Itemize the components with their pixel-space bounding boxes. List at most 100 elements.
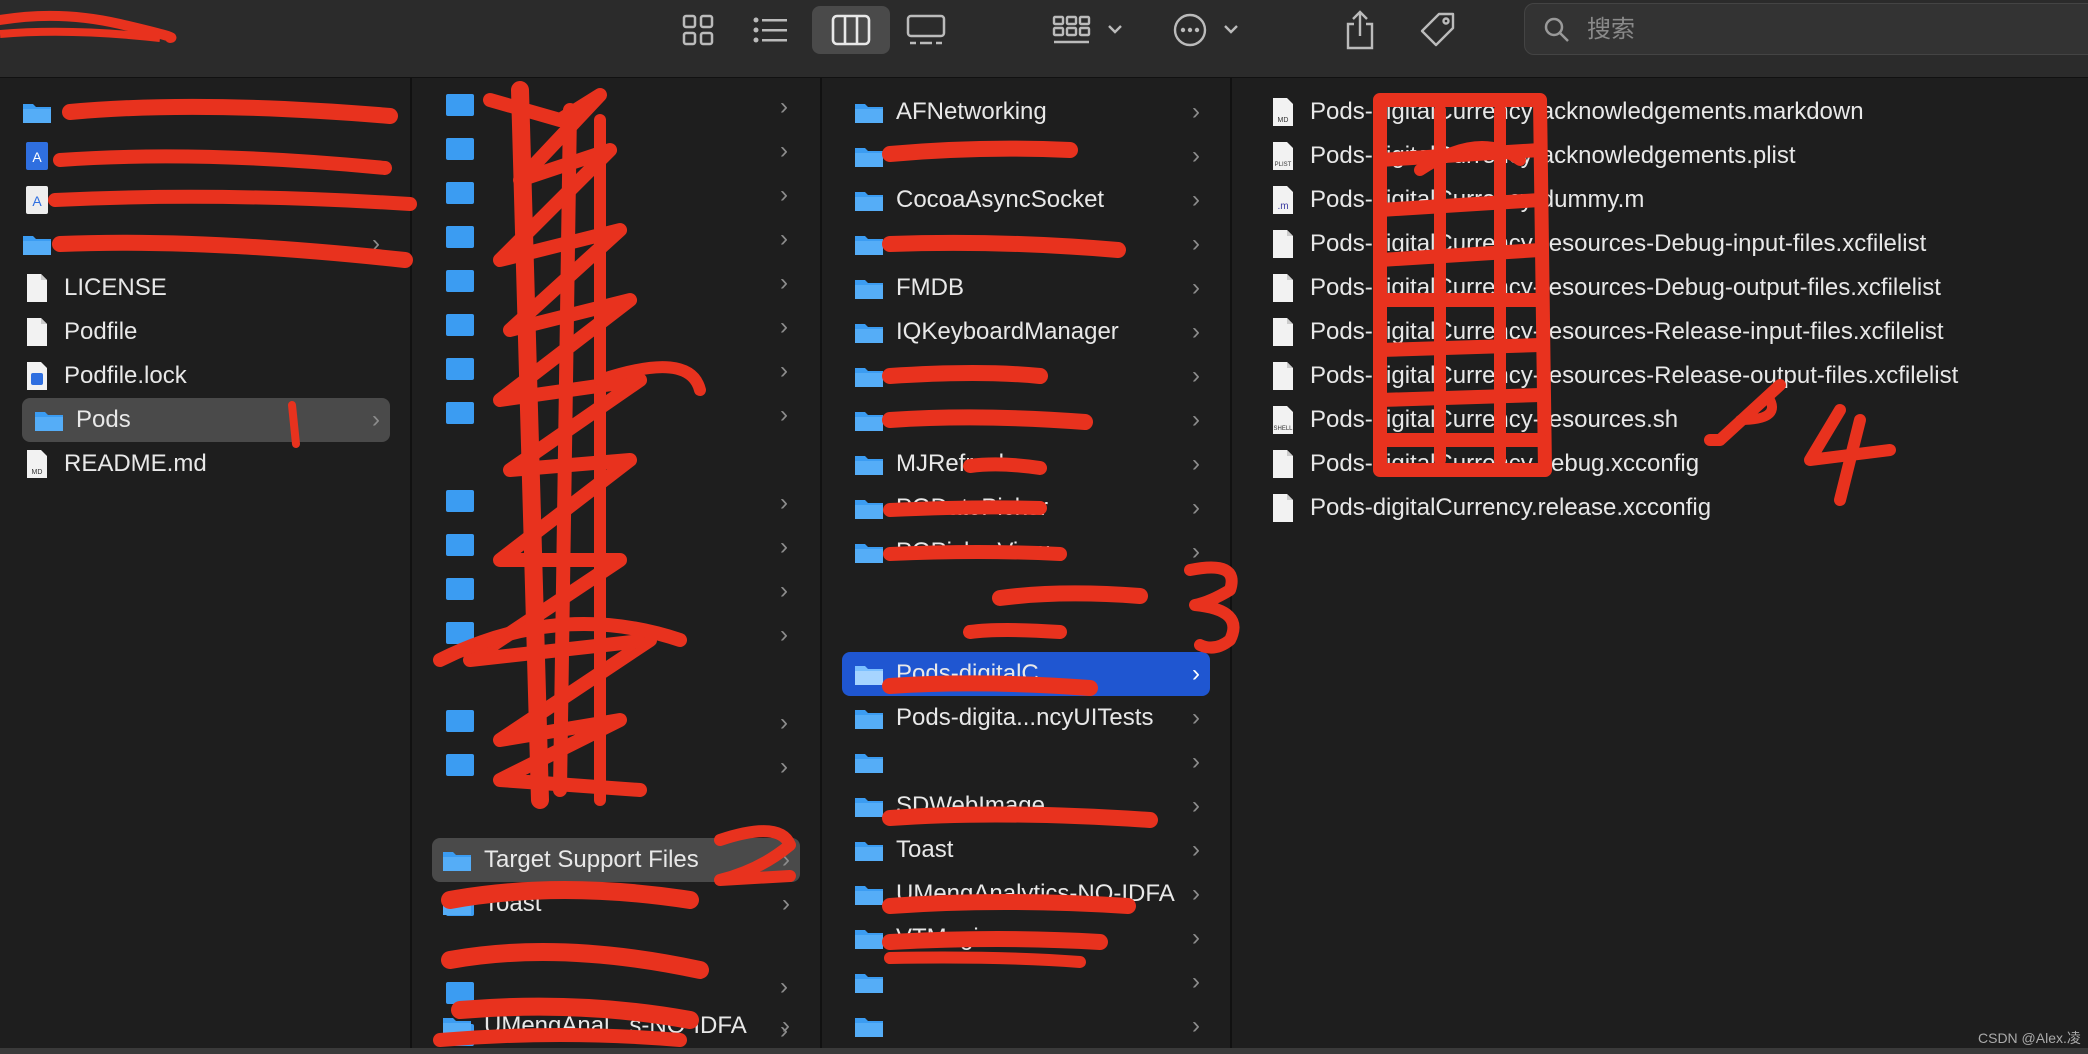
text-file-icon (22, 317, 52, 347)
chevron-right-icon: › (1192, 836, 1200, 863)
list-item-pods[interactable]: Pods › (22, 398, 390, 442)
chevron-right-icon: › (372, 98, 380, 125)
tag-icon[interactable] (1418, 6, 1458, 54)
list-item-afnetworking[interactable]: AFNetworking › (842, 92, 1210, 132)
list-item-redacted[interactable]: › (22, 92, 390, 132)
folder-icon (854, 835, 884, 865)
list-item-file[interactable]: .m Pods-digitalCurrency-dummy.m (1268, 180, 2068, 220)
list-item-redacted[interactable]: › (842, 224, 1210, 264)
list-item-pods-digital-selected[interactable]: Pods-digitalC › (842, 652, 1210, 696)
folder-name: UMengAnalytics-NO-IDFA (896, 880, 1175, 907)
svg-text:›: › (780, 357, 788, 384)
list-item-redacted[interactable]: A (22, 136, 390, 176)
list-item-toast[interactable]: Toast › (432, 884, 800, 924)
workspace-file-icon: A (22, 185, 52, 215)
list-item-file[interactable]: PLIST Pods-digitalCurrency-acknowledgeme… (1268, 136, 2068, 176)
folder-name: FMDB (896, 274, 964, 301)
list-item-pods-uitests[interactable]: Pods-digita...ncyUITests › (842, 698, 1210, 738)
list-item-pgpickerview[interactable]: PGPickerView › (842, 532, 1210, 572)
list-item-file[interactable]: MD Pods-digitalCurrency-acknowledgements… (1268, 92, 2068, 132)
file-name: Pods-digitalCurrency-acknowledgements.ma… (1310, 98, 1864, 125)
folder-icon (854, 747, 884, 777)
svg-text:PLIST: PLIST (1275, 162, 1292, 168)
folder-name: PGPickerView (896, 538, 1049, 565)
folder-icon (854, 1011, 884, 1041)
list-item-toast[interactable]: Toast › (842, 830, 1210, 870)
finder-toolbar (0, 0, 2088, 78)
folder-icon (854, 449, 884, 479)
list-item-redacted[interactable]: › (842, 1006, 1210, 1046)
list-item-target-support-files[interactable]: Target Support Files › (432, 838, 800, 882)
text-file-icon (1268, 273, 1298, 303)
list-item-file[interactable]: Pods-digitalCurrency-resources-Release-o… (1268, 356, 2068, 396)
list-item-podfile-lock[interactable]: Podfile.lock (22, 356, 390, 396)
bottom-bar (0, 1048, 2088, 1054)
file-name: Pods-digitalCurrency-resources-Debug-inp… (1310, 230, 1927, 257)
search-input[interactable] (1585, 12, 1989, 48)
chevron-right-icon: › (782, 1012, 790, 1039)
list-item-mjrefresh[interactable]: MJRefresh › (842, 444, 1210, 484)
icon-view-icon[interactable] (676, 6, 720, 54)
folder-name: VTMagic (896, 924, 991, 951)
folder-icon (854, 791, 884, 821)
column-2: › › › › › › › › › › › › › › › › Target Support Files… (412, 78, 822, 1048)
column-view-icon[interactable] (812, 6, 890, 54)
folder-name: Pods-digitalC (896, 660, 1039, 687)
text-file-icon (1268, 229, 1298, 259)
xcode-project-icon: A (22, 141, 52, 171)
list-item-file[interactable]: Pods-digitalCurrency.release.xcconfig (1268, 488, 2068, 528)
folder-icon (854, 141, 884, 171)
search-icon (1544, 17, 1569, 42)
chevron-right-icon: › (1192, 538, 1200, 565)
text-file-icon (1268, 317, 1298, 347)
list-item-readme[interactable]: MD README.md (22, 444, 390, 484)
group-by-button[interactable] (1052, 6, 1128, 54)
gallery-view-icon[interactable] (902, 6, 950, 54)
column-1: › A A › LICENSE Podfile Podfile.lock Pod… (0, 78, 412, 1048)
list-item-redacted[interactable]: A (22, 180, 390, 220)
file-name: LICENSE (64, 274, 167, 301)
list-item-license[interactable]: LICENSE (22, 268, 390, 308)
shell-file-icon: SHELL (1268, 405, 1298, 435)
list-item-umeng[interactable]: UMengAnal...s-NO-IDFA › (432, 1006, 800, 1046)
folder-name: PGDatePicker (896, 494, 1049, 521)
list-item-file[interactable]: Pods-digitalCurrency-resources-Debug-inp… (1268, 224, 2068, 264)
list-item-file[interactable]: Pods-digitalCurrency-resources-Debug-out… (1268, 268, 2068, 308)
list-item-sdwebimage[interactable]: SDWebImage › (842, 786, 1210, 826)
list-item-file[interactable]: Pods-digitalCurrency-resources-Release-i… (1268, 312, 2068, 352)
list-view-icon[interactable] (748, 6, 792, 54)
folder-name: Pods-digita...ncyUITests (896, 704, 1154, 731)
svg-text:›: › (780, 577, 788, 604)
list-item-vtmagic[interactable]: VTMagic › (842, 918, 1210, 958)
list-item-file[interactable]: Pods-digitalCurrency.debug.xcconfig (1268, 444, 2068, 484)
file-name: Pods-digitalCurrency.release.xcconfig (1310, 494, 1712, 521)
list-item-umeng[interactable]: UMengAnalytics-NO-IDFA › (842, 874, 1210, 914)
svg-text:›: › (780, 137, 788, 164)
svg-text:›: › (780, 709, 788, 736)
list-item-file[interactable]: SHELL Pods-digitalCurrency-resources.sh (1268, 400, 2068, 440)
chevron-right-icon: › (1192, 450, 1200, 477)
folder-icon (854, 923, 884, 953)
list-item-redacted[interactable]: › (842, 742, 1210, 782)
list-item-redacted[interactable]: › (842, 400, 1210, 440)
list-item-redacted[interactable]: › (842, 136, 1210, 176)
list-item-pgdatepicker[interactable]: PGDatePicker › (842, 488, 1210, 528)
text-file-icon (1268, 493, 1298, 523)
more-actions-button[interactable] (1172, 6, 1248, 54)
folder-icon (442, 1011, 472, 1041)
folder-icon (442, 889, 472, 919)
chevron-right-icon: › (1192, 318, 1200, 345)
chevron-right-icon: › (1192, 704, 1200, 731)
share-icon[interactable] (1342, 6, 1378, 54)
folder-icon (854, 405, 884, 435)
list-item-redacted[interactable]: › (842, 356, 1210, 396)
list-item-redacted[interactable]: › (842, 962, 1210, 1002)
list-item-cocoaasyncsocket[interactable]: CocoaAsyncSocket › (842, 180, 1210, 220)
list-item-iqkeyboardmanager[interactable]: IQKeyboardManager › (842, 312, 1210, 352)
list-item-redacted[interactable]: › (22, 224, 390, 264)
list-item-podfile[interactable]: Podfile (22, 312, 390, 352)
folder-icon (854, 967, 884, 997)
search-field[interactable] (1524, 3, 2088, 55)
column-3: AFNetworking › › CocoaAsyncSocket › › FM… (822, 78, 1232, 1048)
list-item-fmdb[interactable]: FMDB › (842, 268, 1210, 308)
